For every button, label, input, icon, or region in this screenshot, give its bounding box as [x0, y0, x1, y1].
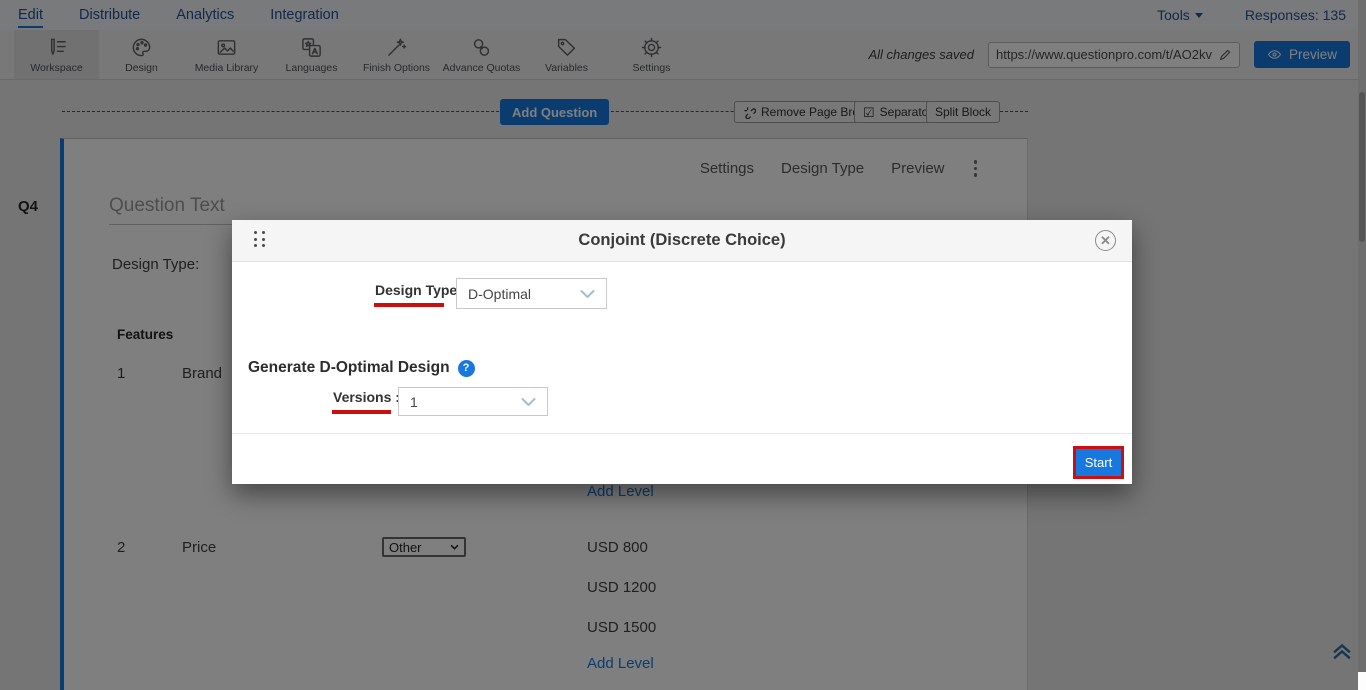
scrollbar-corner — [1358, 672, 1366, 690]
versions-value: 1 — [410, 394, 418, 410]
app-window: Edit Distribute Analytics Integration To… — [0, 0, 1366, 690]
modal-title: Conjoint (Discrete Choice) — [232, 231, 1132, 250]
design-type-select[interactable]: D-Optimal — [456, 278, 607, 309]
design-type-underline — [374, 303, 444, 307]
conjoint-modal: Conjoint (Discrete Choice) ✕ Design Type… — [232, 220, 1132, 484]
generate-section-label: Generate D-Optimal Design — [248, 359, 450, 377]
start-button[interactable]: Start — [1076, 449, 1121, 476]
chevron-down-icon — [580, 289, 595, 299]
versions-underline — [332, 410, 391, 414]
modal-header: Conjoint (Discrete Choice) ✕ — [232, 220, 1132, 262]
help-icon[interactable]: ? — [458, 360, 475, 377]
modal-footer-divider — [232, 433, 1132, 434]
versions-label: Versions : — [333, 389, 400, 405]
chevron-down-icon — [521, 397, 536, 407]
modal-design-type-label: Design Type — [375, 282, 457, 298]
start-button-highlight: Start — [1073, 446, 1124, 479]
design-type-value: D-Optimal — [468, 286, 531, 302]
generate-section-title: Generate D-Optimal Design ? — [248, 359, 475, 377]
close-icon[interactable]: ✕ — [1095, 230, 1116, 251]
versions-select[interactable]: 1 — [398, 387, 548, 416]
drag-handle-icon[interactable] — [254, 231, 266, 247]
